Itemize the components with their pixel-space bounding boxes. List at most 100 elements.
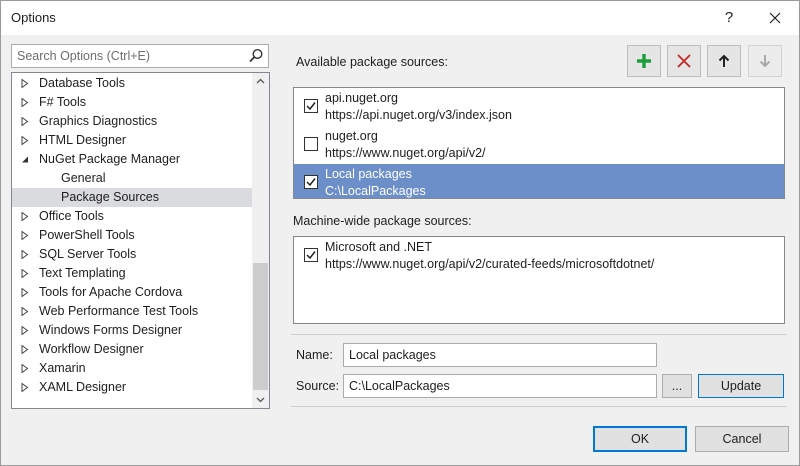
source-checkbox[interactable] bbox=[304, 248, 318, 262]
tree-item-workflow-designer[interactable]: Workflow Designer bbox=[12, 340, 252, 359]
collapse-arrow-icon[interactable] bbox=[21, 155, 29, 164]
x-icon bbox=[677, 54, 691, 68]
expand-arrow-icon[interactable] bbox=[21, 231, 29, 240]
expand-arrow-icon[interactable] bbox=[21, 212, 29, 221]
source-field[interactable]: C:\LocalPackages bbox=[343, 374, 657, 398]
close-icon bbox=[769, 12, 781, 24]
tree-item-xaml-designer[interactable]: XAML Designer bbox=[12, 378, 252, 397]
tree-item-sql-server-tools[interactable]: SQL Server Tools bbox=[12, 245, 252, 264]
divider bbox=[291, 334, 787, 335]
expand-arrow-icon[interactable] bbox=[21, 345, 29, 354]
expand-arrow-icon[interactable] bbox=[21, 136, 29, 145]
update-button[interactable]: Update bbox=[698, 374, 784, 398]
tree-item-label: Xamarin bbox=[39, 361, 86, 375]
machine-wide-sources-list: Microsoft and .NET https://www.nuget.org… bbox=[293, 236, 785, 324]
close-button[interactable] bbox=[761, 4, 789, 32]
tree-item-label: Web Performance Test Tools bbox=[39, 304, 199, 318]
tree-scrollbar[interactable] bbox=[252, 73, 269, 408]
tree-item-label: HTML Designer bbox=[39, 133, 127, 147]
scroll-down-button[interactable] bbox=[252, 391, 269, 408]
expand-arrow-icon[interactable] bbox=[21, 79, 29, 88]
expand-arrow-icon[interactable] bbox=[21, 98, 29, 107]
help-button[interactable]: ? bbox=[715, 4, 743, 32]
window-title: Options bbox=[11, 10, 56, 25]
source-checkbox[interactable] bbox=[304, 99, 318, 113]
tree-item-label: NuGet Package Manager bbox=[39, 152, 181, 166]
tree-item-label: General bbox=[61, 171, 106, 185]
tree-item-label: SQL Server Tools bbox=[39, 247, 137, 261]
tree-item-graphics-diagnostics[interactable]: Graphics Diagnostics bbox=[12, 112, 252, 131]
tree-item-powershell-tools[interactable]: PowerShell Tools bbox=[12, 226, 252, 245]
chevron-down-icon bbox=[256, 397, 265, 403]
tree-item-text-templating[interactable]: Text Templating bbox=[12, 264, 252, 283]
source-item-nuget-org[interactable]: nuget.org https://www.nuget.org/api/v2/ bbox=[294, 126, 784, 164]
tree-item-database-tools[interactable]: Database Tools bbox=[12, 74, 252, 93]
tree-item-windows-forms-designer[interactable]: Windows Forms Designer bbox=[12, 321, 252, 340]
move-down-button[interactable] bbox=[748, 45, 782, 77]
arrow-up-icon bbox=[718, 54, 730, 67]
browse-button[interactable]: ... bbox=[662, 374, 692, 398]
tree-item-label: Workflow Designer bbox=[39, 342, 144, 356]
tree-item-nuget-package-manager[interactable]: NuGet Package Manager bbox=[12, 150, 252, 169]
source-label: Source: bbox=[296, 379, 340, 393]
chevron-up-icon bbox=[256, 78, 265, 84]
cancel-button[interactable]: Cancel bbox=[695, 426, 789, 452]
expand-arrow-icon[interactable] bbox=[21, 250, 29, 259]
tree-item-apache-cordova[interactable]: Tools for Apache Cordova bbox=[12, 283, 252, 302]
scroll-up-button[interactable] bbox=[252, 73, 269, 90]
tree-item-label: XAML Designer bbox=[39, 380, 127, 394]
source-url: https://www.nuget.org/api/v2/curated-fee… bbox=[325, 257, 655, 271]
tree-item-xamarin[interactable]: Xamarin bbox=[12, 359, 252, 378]
plus-icon bbox=[637, 54, 651, 68]
divider bbox=[291, 406, 787, 407]
tree-item-office-tools[interactable]: Office Tools bbox=[12, 207, 252, 226]
expand-arrow-icon[interactable] bbox=[21, 364, 29, 373]
search-options-box[interactable]: Search Options (Ctrl+E) bbox=[11, 44, 269, 68]
tree-item-label: Windows Forms Designer bbox=[39, 323, 183, 337]
tree-item-fsharp-tools[interactable]: F# Tools bbox=[12, 93, 252, 112]
search-icon[interactable] bbox=[247, 47, 265, 65]
source-item-local-packages[interactable]: Local packages C:\LocalPackages bbox=[294, 164, 784, 198]
checkmark-icon bbox=[306, 178, 316, 187]
source-name: Local packages bbox=[325, 167, 412, 181]
title-bar: Options ? bbox=[1, 1, 799, 35]
source-item-api-nuget[interactable]: api.nuget.org https://api.nuget.org/v3/i… bbox=[294, 88, 784, 126]
available-sources-list: api.nuget.org https://api.nuget.org/v3/i… bbox=[293, 87, 785, 199]
add-source-button[interactable] bbox=[627, 45, 661, 77]
expand-arrow-icon[interactable] bbox=[21, 269, 29, 278]
expand-arrow-icon[interactable] bbox=[21, 117, 29, 126]
source-url: https://www.nuget.org/api/v2/ bbox=[325, 146, 486, 160]
move-up-button[interactable] bbox=[707, 45, 741, 77]
tree-item-web-performance[interactable]: Web Performance Test Tools bbox=[12, 302, 252, 321]
available-sources-label: Available package sources: bbox=[296, 55, 448, 69]
source-name: nuget.org bbox=[325, 129, 378, 143]
search-input[interactable]: Search Options (Ctrl+E) bbox=[17, 49, 150, 63]
tree-item-label: F# Tools bbox=[39, 95, 87, 109]
tree-item-general[interactable]: General bbox=[12, 169, 252, 188]
source-url: https://api.nuget.org/v3/index.json bbox=[325, 108, 512, 122]
ok-button[interactable]: OK bbox=[593, 426, 687, 452]
source-checkbox[interactable] bbox=[304, 137, 318, 151]
tree-item-label: Database Tools bbox=[39, 76, 125, 90]
source-url: C:\LocalPackages bbox=[325, 184, 426, 198]
source-name: Microsoft and .NET bbox=[325, 240, 432, 254]
expand-arrow-icon[interactable] bbox=[21, 326, 29, 335]
tree-item-label: Tools for Apache Cordova bbox=[39, 285, 183, 299]
expand-arrow-icon[interactable] bbox=[21, 288, 29, 297]
source-name: api.nuget.org bbox=[325, 91, 398, 105]
options-dialog: Options ? Search Options (Ctrl+E) Databa… bbox=[0, 0, 800, 466]
source-item-microsoft-dotnet[interactable]: Microsoft and .NET https://www.nuget.org… bbox=[294, 237, 784, 275]
expand-arrow-icon[interactable] bbox=[21, 307, 29, 316]
tree-item-html-designer[interactable]: HTML Designer bbox=[12, 131, 252, 150]
remove-source-button[interactable] bbox=[667, 45, 701, 77]
checkmark-icon bbox=[306, 251, 316, 260]
name-field[interactable]: Local packages bbox=[343, 343, 657, 367]
scrollbar-thumb[interactable] bbox=[253, 263, 268, 390]
tree-item-label: Graphics Diagnostics bbox=[39, 114, 158, 128]
name-label: Name: bbox=[296, 348, 333, 362]
checkmark-icon bbox=[306, 102, 316, 111]
tree-item-package-sources[interactable]: Package Sources bbox=[12, 188, 252, 207]
expand-arrow-icon[interactable] bbox=[21, 383, 29, 392]
source-checkbox[interactable] bbox=[304, 175, 318, 189]
tree-item-label: PowerShell Tools bbox=[39, 228, 135, 242]
